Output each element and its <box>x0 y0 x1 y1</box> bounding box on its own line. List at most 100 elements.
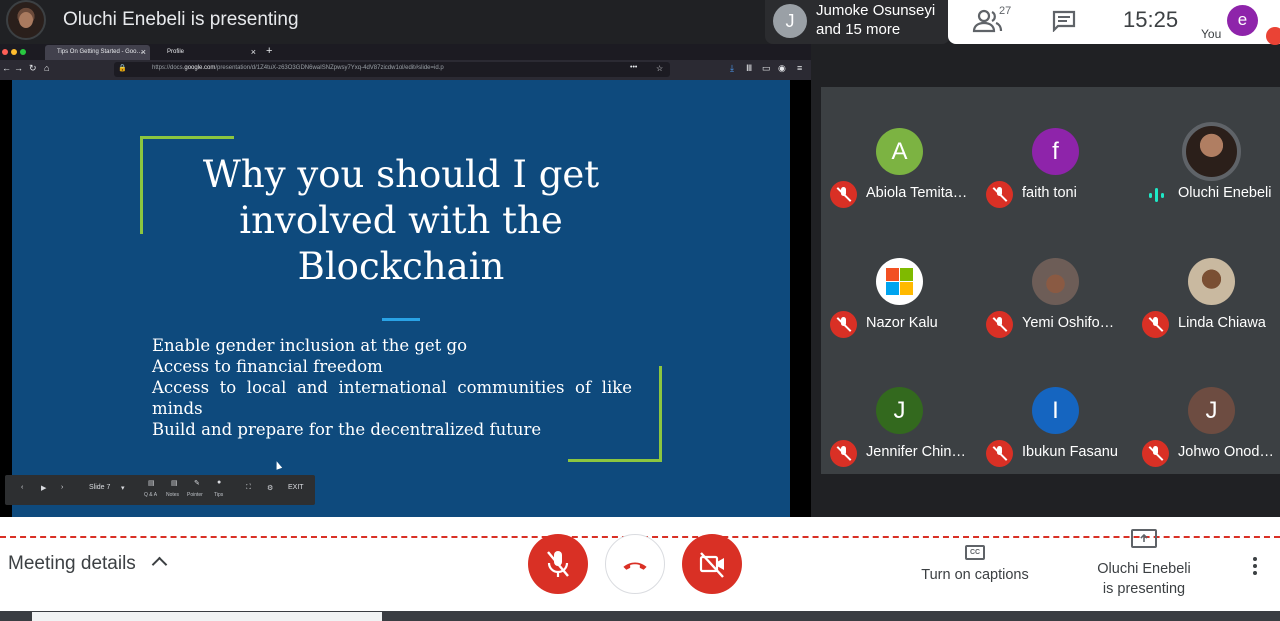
participant-tile[interactable]: J Johwo Onod… <box>1133 346 1280 475</box>
participant-name: Ibukun Fasanu <box>1022 444 1118 460</box>
shared-screen: Tips On Getting Started - Goo… × Profile… <box>0 44 811 517</box>
participant-name: Linda Chiawa <box>1178 315 1266 331</box>
mic-muted-icon <box>830 311 857 338</box>
self-avatar[interactable]: e <box>1227 5 1258 36</box>
presenter-avatar <box>6 0 46 40</box>
participant-name: Jennifer Chin… <box>866 444 966 460</box>
slide-bullet: Access to local and international commun… <box>152 378 632 418</box>
present-screen-icon <box>1131 529 1157 548</box>
browser-nav-bar: ← → ↻ ⌂ 🔒 https://docs.google.com/presen… <box>0 60 811 80</box>
slide-viewport: Why you should I get involved with the B… <box>0 80 811 517</box>
browser-tab-profile: Profile × <box>155 45 260 60</box>
captions-label: Turn on captions <box>921 567 1029 583</box>
meeting-clock: 15:25 <box>1123 7 1179 32</box>
bookmark-star-icon: ☆ <box>656 64 664 73</box>
maximize-window-icon <box>20 49 26 55</box>
slide-title-line: involved with the <box>239 199 563 242</box>
hang-up-icon <box>623 562 647 570</box>
participant-avatar: J <box>773 4 807 38</box>
minimize-window-icon <box>11 49 17 55</box>
download-icon: ⤓ <box>730 63 734 73</box>
participant-tile[interactable]: Yemi Oshifo… <box>977 217 1130 346</box>
participant-tile[interactable]: I Ibukun Fasanu <box>977 346 1130 475</box>
microsoft-logo-icon <box>886 268 913 295</box>
participant-name: faith toni <box>1022 185 1077 201</box>
more-icon: ••• <box>630 64 638 71</box>
reload-icon: ↻ <box>29 63 37 73</box>
presentation-slide: Why you should I get involved with the B… <box>12 80 790 517</box>
prev-slide-icon: ‹ <box>21 484 24 491</box>
participant-name: Nazor Kalu <box>866 315 938 331</box>
exit-presentation-label: EXIT <box>288 484 304 491</box>
close-tab-icon: × <box>140 47 146 57</box>
slide-dropdown-icon: ▾ <box>121 485 125 492</box>
participant-name: Yemi Oshifo… <box>1022 315 1115 331</box>
forward-icon: → <box>14 63 23 73</box>
menu-icon: ≡ <box>797 63 803 73</box>
mic-muted-icon <box>830 181 857 208</box>
sidebar-icon: ▭ <box>762 63 771 73</box>
participant-tile[interactable]: Oluchi Enebeli <box>1133 87 1280 216</box>
camera-toggle-button[interactable] <box>682 534 742 594</box>
chevron-up-icon[interactable] <box>151 556 168 573</box>
microphone-toggle-button[interactable] <box>528 534 588 594</box>
settings-gear-icon: ⚙ <box>267 485 274 492</box>
slide-bullets: Enable gender inclusion at the get go Ac… <box>152 335 632 440</box>
url-bar: 🔒 https://docs.google.com/presentation/d… <box>114 62 670 77</box>
taskbar-window <box>32 612 382 621</box>
participant-count: 27 <box>999 5 1012 17</box>
presenting-button[interactable]: Oluchi Enebeli is presenting <box>1084 529 1204 599</box>
participant-photo-avatar <box>1188 258 1235 305</box>
close-tab-icon: × <box>250 47 256 57</box>
slide-bullet: Access to financial freedom <box>152 357 383 376</box>
participants-preview[interactable]: J Jumoke Osunseyi and 15 more <box>765 0 950 44</box>
browser-tab-strip: Tips On Getting Started - Goo… × Profile… <box>0 44 811 60</box>
slide-bullet: Build and prepare for the decentralized … <box>152 420 542 439</box>
slide-title-line: Blockchain <box>297 245 505 288</box>
new-tab-icon: + <box>266 45 273 57</box>
mic-muted-icon <box>1142 311 1169 338</box>
leave-call-button[interactable] <box>605 534 665 594</box>
library-icon: Ⅲ <box>746 63 753 73</box>
more-options-icon[interactable] <box>1253 557 1259 578</box>
top-bar: Oluchi Enebeli is presenting J Jumoke Os… <box>0 0 1280 45</box>
mic-muted-icon <box>986 311 1013 338</box>
participant-tile[interactable]: J Jennifer Chin… <box>821 346 974 475</box>
participant-tile[interactable]: Nazor Kalu <box>821 217 974 346</box>
browser-tab-label: Profile <box>167 49 185 55</box>
participant-tile[interactable]: A Abiola Temita… <box>821 87 974 216</box>
notes-icon: ▤ <box>171 480 178 487</box>
participants-preview-name: Jumoke Osunseyi <box>816 2 936 19</box>
account-icon: ◉ <box>778 63 786 73</box>
chat-icon[interactable] <box>1052 10 1076 32</box>
bottom-control-bar: Meeting details CC Turn on captions Oluc… <box>0 517 1280 611</box>
captions-button[interactable]: CC Turn on captions <box>919 541 1031 583</box>
participant-avatar: J <box>1188 387 1235 434</box>
mic-off-icon <box>547 551 569 577</box>
slide-bullet: Enable gender inclusion at the get go <box>152 336 468 355</box>
participant-name: Abiola Temita… <box>866 185 968 201</box>
closed-captions-icon: CC <box>965 545 985 560</box>
participant-name: Oluchi Enebeli <box>1178 185 1272 201</box>
tips-icon: ● <box>217 479 222 486</box>
participant-tile[interactable]: f faith toni <box>977 87 1130 216</box>
back-icon: ← <box>2 63 11 73</box>
meeting-details-button[interactable]: Meeting details <box>8 553 136 575</box>
meeting-info-panel: 27 15:25 You e <box>948 0 1280 45</box>
participant-avatar: A <box>876 128 923 175</box>
slide-divider <box>382 318 420 321</box>
qa-label: Q & A <box>144 492 158 498</box>
participant-tile[interactable]: Linda Chiawa <box>1133 217 1280 346</box>
participant-name: Johwo Onod… <box>1178 444 1274 460</box>
browser-tab-label: Tips On Getting Started - Goo… <box>57 49 143 55</box>
presenter-title: Oluchi Enebeli is presenting <box>63 9 299 30</box>
microsoft-logo-avatar <box>876 258 923 305</box>
close-window-icon <box>2 49 8 55</box>
browser-tab-slides: Tips On Getting Started - Goo… × <box>45 45 150 60</box>
url-text: https://docs.google.com/presentation/d/1… <box>152 65 444 71</box>
slide-number: Slide 7 <box>89 484 111 491</box>
tips-label: Tips <box>214 492 224 498</box>
participant-photo-avatar <box>1182 122 1241 181</box>
pointer-label: Pointer <box>187 492 203 498</box>
lock-icon: 🔒 <box>118 65 127 72</box>
